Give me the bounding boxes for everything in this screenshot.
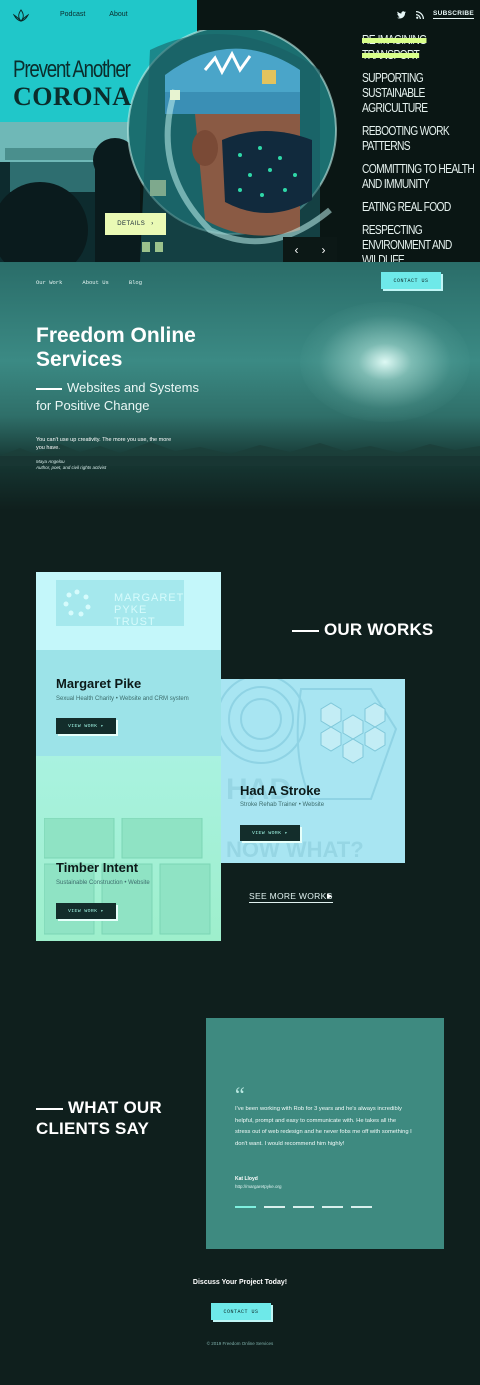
play-arrow-icon[interactable]: ▶ <box>327 892 332 900</box>
topic-item[interactable]: Re-imagining Transport <box>362 33 477 63</box>
lotus-logo-icon[interactable] <box>13 9 29 23</box>
project-name: Margaret Pike <box>56 676 142 691</box>
details-button-label: DETAILS <box>117 221 146 227</box>
works-title-text: OUR WORKS <box>324 620 434 639</box>
project-meta: Sustainable Construction • Website <box>56 880 150 886</box>
copyright-text: © 2019 Freedom Online Services <box>206 1341 274 1346</box>
testimonial-name: Kat Lloyd <box>235 1176 258 1182</box>
topic-item[interactable]: Supporting Sustainable Agriculture <box>362 71 477 116</box>
topic-item[interactable]: Respecting Environment and Wildlife <box>362 223 477 262</box>
project-meta: Stroke Rehab Trainer • Website <box>240 802 325 808</box>
work-card-had-a-stroke[interactable]: HAD NOW WHAT? Had A Stroke Stroke Rehab … <box>221 679 405 863</box>
pager-dot[interactable] <box>235 1206 256 1208</box>
sun-glow <box>300 302 470 422</box>
quote-author-desc: Author, poet, and civil rights activist <box>36 465 107 470</box>
testimonial-text: I've been working with Rob for 3 years a… <box>235 1106 412 1147</box>
project-name: Had A Stroke <box>240 783 321 798</box>
topic-list: Re-imagining Transport Supporting Sustai… <box>362 33 480 262</box>
services-section: Our Work About Us Blog CONTACT US Freedo… <box>0 262 480 510</box>
title-dash <box>36 387 62 390</box>
clients-title-line2: CLIENTS SAY <box>36 1119 150 1138</box>
testimonial-pager <box>235 1206 372 1208</box>
twitter-icon[interactable] <box>397 11 406 19</box>
title-dash <box>36 1107 63 1110</box>
project-name: Timber Intent <box>56 860 139 875</box>
chevron-left-icon[interactable]: ‹ <box>295 243 299 257</box>
topic-item[interactable]: Rebooting Work Patterns <box>362 124 477 154</box>
nav-podcast-link[interactable]: Podcast <box>60 11 85 18</box>
hero-title-line2: CORONA <box>13 82 132 111</box>
contact-us-button[interactable]: CONTACT US <box>381 272 441 289</box>
details-button[interactable]: DETAILS › <box>105 213 166 235</box>
testimonial-url[interactable]: http://margaretpyke.org <box>235 1184 282 1189</box>
nav-our-work-link[interactable]: Our Work <box>36 279 62 286</box>
view-work-button[interactable]: VIEW WORK ▸ <box>240 825 300 841</box>
work-card-margaret-timber[interactable]: MARGARET PYKE TRUST Margaret Pike Sexual… <box>36 572 221 941</box>
testimonial-card: “ I've been working with Rob for 3 years… <box>206 1018 444 1249</box>
margaret-pyke-logo-text: MARGARET PYKE TRUST <box>114 592 185 628</box>
margaret-pyke-logo: MARGARET PYKE TRUST <box>56 580 185 628</box>
top-nav: Podcast About <box>60 11 128 18</box>
view-work-button[interactable]: VIEW WORK ▸ <box>56 718 116 734</box>
nav-about-us-link[interactable]: About Us <box>82 279 108 286</box>
margaret-pyke-logo-area: MARGARET PYKE TRUST <box>36 572 221 650</box>
subtitle-line1: Websites and Systems <box>67 380 199 395</box>
pager-dot[interactable] <box>264 1206 285 1208</box>
clients-title-line1: WHAT OUR <box>68 1098 162 1117</box>
timber-intent-image <box>44 818 211 935</box>
clients-title: WHAT OUR CLIENTS SAY <box>36 1097 206 1139</box>
social-links <box>397 11 424 19</box>
nav-about-link[interactable]: About <box>109 11 127 18</box>
creativity-quote: You can't use up creativity. The more yo… <box>36 437 172 451</box>
project-meta: Sexual Health Charity • Website and CRM … <box>56 696 189 702</box>
services-subtitle: Websites and Systems for Positive Change <box>36 379 276 415</box>
works-title: OUR WORKS <box>292 620 433 640</box>
footer-contact-button[interactable]: CONTACT US <box>211 1303 271 1320</box>
works-section: MARGARET PYKE TRUST Margaret Pike Sexual… <box>0 510 480 980</box>
hero-title-line1: Prevent Another <box>13 56 131 83</box>
subscribe-link[interactable]: SUBSCRIBE <box>433 10 474 19</box>
topic-item[interactable]: Committing to Health and Immunity <box>362 162 477 192</box>
topic-item[interactable]: Eating Real Food <box>362 200 477 215</box>
slider-arrows: ‹ › <box>283 237 337 262</box>
hero-section: Podcast About Prevent Another CORONA DET… <box>0 0 480 262</box>
discuss-heading: Discuss Your Project Today! <box>192 1279 288 1286</box>
subtitle-line2: for Positive Change <box>36 398 150 413</box>
chevron-right-icon: › <box>151 221 154 227</box>
pager-dot[interactable] <box>322 1206 343 1208</box>
view-work-button[interactable]: VIEW WORK ▸ <box>56 903 116 919</box>
rss-icon[interactable] <box>416 11 424 19</box>
pager-dot[interactable] <box>351 1206 372 1208</box>
services-title: Freedom Online Services <box>36 324 196 371</box>
margaret-pike-thumbnail <box>36 650 221 756</box>
nav-blog-link[interactable]: Blog <box>129 279 142 286</box>
dots-circle-icon <box>63 589 91 617</box>
pager-dot[interactable] <box>293 1206 314 1208</box>
see-more-works-link[interactable]: SEE MORE WORKS <box>249 891 333 903</box>
quote-author-block: Maya Angelou Author, poet, and civil rig… <box>36 459 106 471</box>
title-dash <box>292 629 319 632</box>
chevron-right-icon[interactable]: › <box>322 243 326 257</box>
services-nav: Our Work About Us Blog <box>36 279 142 286</box>
